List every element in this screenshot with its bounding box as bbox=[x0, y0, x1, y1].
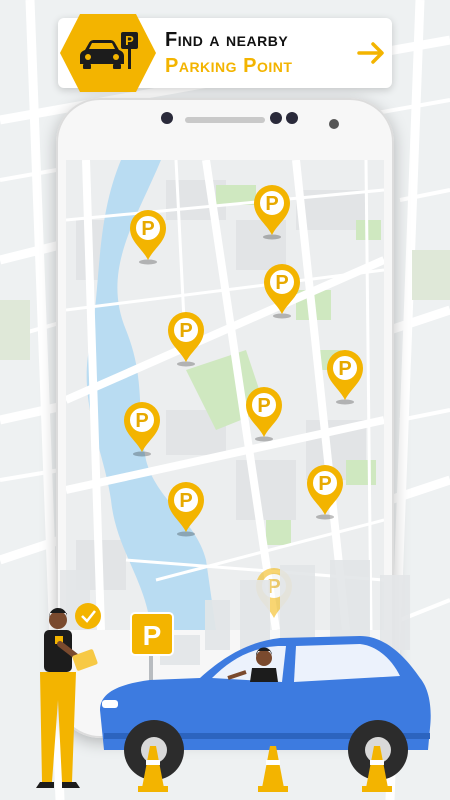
parking-pin[interactable]: P bbox=[166, 310, 206, 368]
parking-pin[interactable]: P bbox=[305, 463, 345, 521]
svg-text:P: P bbox=[318, 473, 331, 495]
parking-pin[interactable]: P bbox=[122, 400, 162, 458]
svg-text:P: P bbox=[275, 272, 288, 294]
arrow-right-icon[interactable] bbox=[356, 38, 386, 68]
parking-pin[interactable]: P bbox=[252, 183, 292, 241]
phone-sensor bbox=[286, 112, 298, 124]
traffic-cone bbox=[258, 746, 288, 792]
phone-sensor bbox=[270, 112, 282, 124]
phone-speaker bbox=[185, 117, 265, 123]
parking-pin[interactable]: P bbox=[244, 385, 284, 443]
svg-text:P: P bbox=[338, 358, 351, 380]
banner-subtitle: Parking Point bbox=[165, 55, 293, 77]
phone-camera bbox=[161, 112, 173, 124]
svg-text:P: P bbox=[125, 33, 134, 48]
car-parking-icon: P bbox=[58, 12, 158, 94]
svg-text:P: P bbox=[141, 218, 154, 240]
attendant-figure bbox=[36, 603, 101, 788]
svg-text:P: P bbox=[257, 395, 270, 417]
svg-text:P: P bbox=[265, 193, 278, 215]
svg-text:P: P bbox=[143, 620, 162, 651]
phone-front-camera bbox=[329, 119, 339, 129]
svg-text:P: P bbox=[135, 410, 148, 432]
parking-pin[interactable]: P bbox=[128, 208, 168, 266]
svg-text:P: P bbox=[179, 490, 192, 512]
parking-pin[interactable]: P bbox=[262, 262, 302, 320]
parking-pin[interactable]: P bbox=[166, 480, 206, 538]
banner-title: Find a nearby bbox=[165, 29, 289, 51]
parking-pin[interactable]: P bbox=[325, 348, 365, 406]
parking-illustration: P bbox=[0, 560, 450, 800]
svg-text:P: P bbox=[179, 320, 192, 342]
